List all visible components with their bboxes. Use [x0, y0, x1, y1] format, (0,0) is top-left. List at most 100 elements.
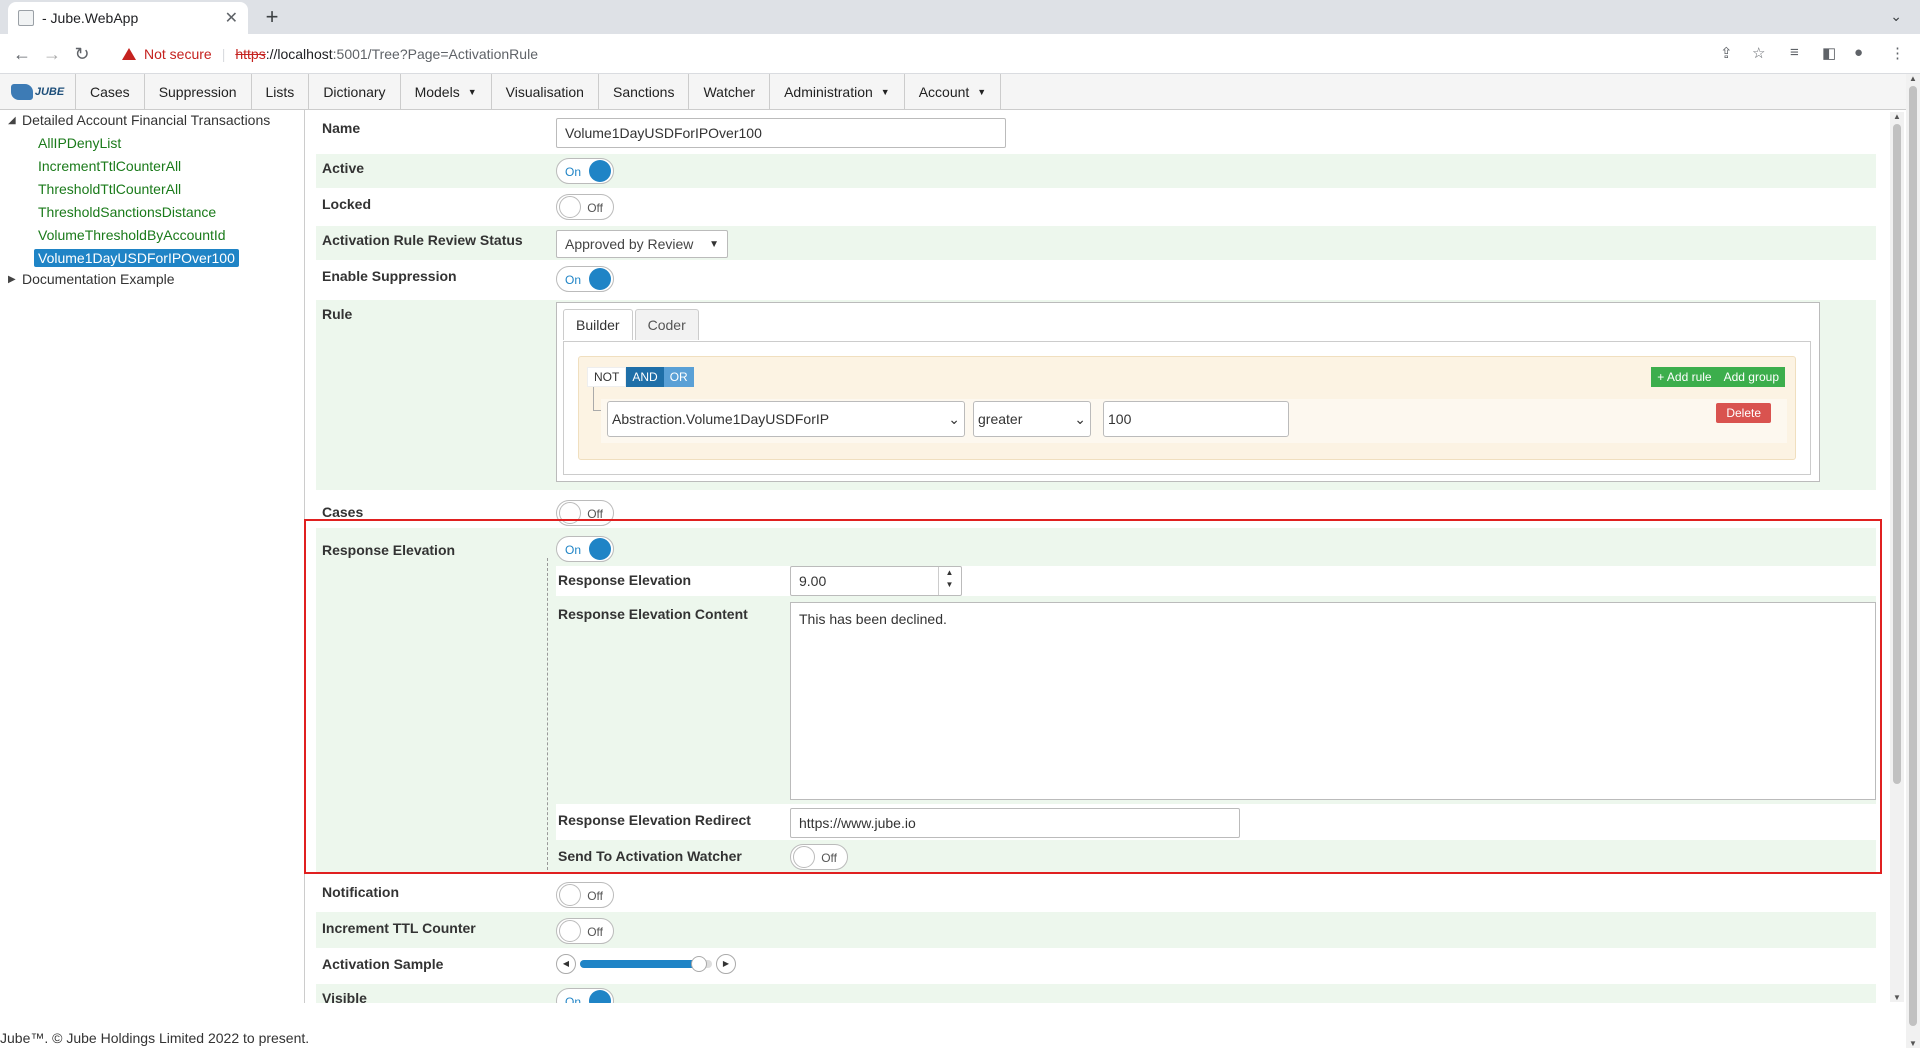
nav-label: Lists [265, 84, 295, 100]
cases-row: Cases Off [316, 494, 1876, 528]
caret-down-icon: ▼ [709, 238, 719, 250]
or-button[interactable]: OR [663, 367, 694, 387]
tree-leaf[interactable]: IncrementTtlCounterAll [34, 157, 185, 175]
visible-label: Visible [322, 990, 367, 1003]
reload-icon[interactable]: ↻ [70, 42, 94, 66]
add-rule-button[interactable]: + Add rule [1651, 367, 1718, 387]
response-elevation-redirect-label: Response Elevation Redirect [558, 812, 751, 828]
rule-operator-select[interactable]: greater ⌄ [973, 401, 1091, 437]
activation-sample-slider[interactable]: ◀ ▶ [556, 954, 736, 974]
slider-fill [580, 960, 699, 968]
scrollbar-thumb[interactable] [1909, 86, 1917, 1026]
expand-arrow-icon[interactable]: ◢ [8, 115, 22, 126]
profile-icon[interactable]: ● [1854, 44, 1863, 61]
toggle-knob [559, 196, 581, 218]
jube-logo[interactable]: JUBE [0, 74, 76, 110]
url-host: ://localhost [265, 46, 333, 62]
reading-list-icon[interactable]: ≡ [1790, 44, 1799, 61]
toggle-state: On [565, 273, 582, 287]
page-icon [18, 10, 34, 26]
visible-toggle[interactable]: On [556, 988, 614, 1003]
nav-label: Dictionary [323, 84, 386, 100]
share-icon[interactable]: ⇪ [1720, 44, 1733, 62]
slider-handle[interactable] [690, 956, 707, 972]
send-to-watcher-toggle[interactable]: Off [790, 844, 848, 870]
and-button[interactable]: AND [626, 367, 664, 387]
nav-cases[interactable]: Cases [76, 74, 145, 110]
review-status-select[interactable]: Approved by Review ▼ [556, 230, 728, 258]
nav-account[interactable]: Account ▼ [905, 74, 1002, 110]
enable-suppression-toggle[interactable]: On [556, 266, 614, 292]
add-group-button[interactable]: Add group [1717, 367, 1785, 387]
scroll-down-icon[interactable]: ▼ [1893, 993, 1901, 1002]
tree-root-label: Documentation Example [22, 271, 175, 287]
toggle-state: Off [587, 507, 603, 521]
close-icon[interactable]: ✕ [225, 8, 238, 28]
delete-rule-button[interactable]: Delete [1716, 403, 1771, 423]
nav-watcher[interactable]: Watcher [689, 74, 771, 110]
response-elevation-input[interactable] [790, 566, 962, 596]
chevron-down-icon: ⌄ [1074, 410, 1086, 427]
tree-leaf[interactable]: ThresholdSanctionsDistance [34, 203, 220, 221]
notification-label: Notification [322, 884, 399, 900]
nav-models[interactable]: Models ▼ [401, 74, 492, 110]
response-elevation-redirect-input[interactable] [790, 808, 1240, 838]
security-warning[interactable]: Not secure [144, 46, 212, 62]
tree-leaf[interactable]: ThresholdTtlCounterAll [34, 180, 185, 198]
browser-tab[interactable]: - Jube.WebApp ✕ [8, 2, 248, 34]
toggle-state: On [565, 543, 582, 557]
page-scrollbar[interactable]: ▲ ▼ [1906, 74, 1920, 1048]
cases-label: Cases [322, 504, 364, 520]
increase-icon[interactable]: ▶ [716, 954, 736, 974]
slider-track[interactable] [580, 956, 712, 972]
response-elevation-toggle[interactable]: On [556, 536, 614, 562]
caret-down-icon: ▼ [977, 87, 987, 97]
collapsed-arrow-icon[interactable]: ▶ [8, 274, 22, 285]
tree-leaf[interactable]: VolumeThresholdByAccountId [34, 226, 230, 244]
tree-leaf-selected[interactable]: Volume1DayUSDForIPOver100 [34, 249, 239, 267]
tab-coder[interactable]: Coder [634, 309, 699, 340]
form-scrollbar[interactable]: ▲ ▼ [1890, 112, 1904, 1002]
notification-toggle[interactable]: Off [556, 882, 614, 908]
star-icon[interactable]: ☆ [1752, 44, 1765, 62]
nav-administration[interactable]: Administration ▼ [770, 74, 905, 110]
scrollbar-thumb[interactable] [1893, 124, 1901, 784]
nav-dictionary[interactable]: Dictionary [309, 74, 401, 110]
locked-toggle[interactable]: Off [556, 194, 614, 220]
scroll-down-icon[interactable]: ▼ [1909, 1039, 1917, 1048]
scroll-up-icon[interactable]: ▲ [1909, 74, 1917, 83]
decrease-icon[interactable]: ◀ [556, 954, 576, 974]
name-input[interactable] [556, 118, 1006, 148]
cases-toggle[interactable]: Off [556, 500, 614, 526]
increment-ttl-toggle[interactable]: Off [556, 918, 614, 944]
nav-suppression[interactable]: Suppression [145, 74, 252, 110]
toggle-knob [559, 920, 581, 942]
rule-field-select[interactable]: Abstraction.Volume1DayUSDForIP ⌄ [607, 401, 965, 437]
nav-lists[interactable]: Lists [252, 74, 310, 110]
nav-label: Sanctions [612, 84, 675, 100]
rule-row: Rule Builder Coder NOT AND OR + Add rule… [316, 300, 1876, 490]
menu-icon[interactable]: ⋮ [1890, 44, 1905, 62]
sidepanel-icon[interactable]: ◧ [1822, 44, 1836, 62]
review-status-value: Approved by Review [565, 236, 694, 252]
tree-leaf[interactable]: AllIPDenyList [34, 134, 125, 152]
forward-arrow-icon[interactable]: → [40, 42, 64, 66]
active-toggle[interactable]: On [556, 158, 614, 184]
url-input[interactable]: Not secure | https ://localhost :5001/Tr… [110, 39, 1750, 69]
rule-value-input[interactable]: 100 [1103, 401, 1289, 437]
tree-root[interactable]: ◢ Detailed Account Financial Transaction… [8, 112, 270, 128]
nav-label: Watcher [703, 84, 756, 100]
new-tab-button[interactable]: + [258, 4, 286, 32]
tab-builder[interactable]: Builder [563, 309, 633, 340]
not-button[interactable]: NOT [587, 367, 627, 387]
nav-visualisation[interactable]: Visualisation [492, 74, 599, 110]
response-elevation-content-textarea[interactable]: This has been declined. [790, 602, 1876, 800]
tree-root[interactable]: ▶ Documentation Example [8, 271, 175, 287]
activation-sample-row: Activation Sample ◀ ▶ [316, 948, 1876, 984]
spinner-icon[interactable]: ▲ ▼ [938, 567, 960, 595]
scroll-up-icon[interactable]: ▲ [1893, 112, 1901, 121]
chevron-down-icon[interactable]: ⌄ [1890, 8, 1902, 25]
back-arrow-icon[interactable]: ← [10, 42, 34, 66]
notification-row: Notification Off [316, 876, 1876, 912]
nav-sanctions[interactable]: Sanctions [599, 74, 690, 110]
